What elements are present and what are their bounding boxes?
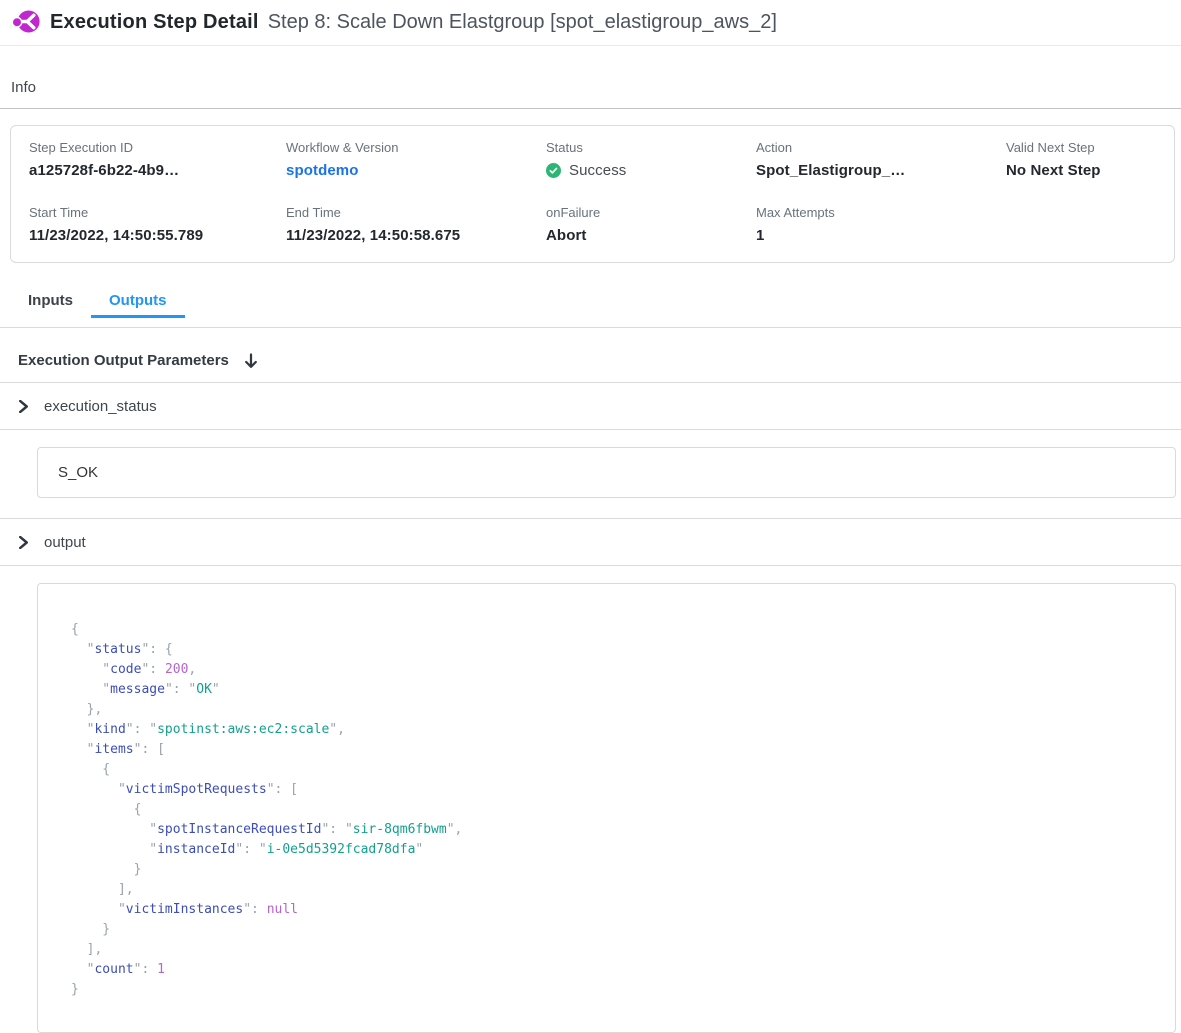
field-value: a125728f-6b22-4b9…: [29, 162, 286, 179]
field-max-attempts: Max Attempts 1: [756, 205, 1006, 244]
execution-output-parameters-header: Execution Output Parameters: [0, 328, 1181, 382]
chevron-right-icon: [18, 536, 29, 549]
execution-status-value-box: S_OK: [37, 447, 1176, 498]
field-label: Action: [756, 140, 1006, 155]
brand-logo-icon: [12, 8, 40, 40]
field-label: Step Execution ID: [29, 140, 286, 155]
divider: [0, 565, 1181, 566]
field-value: 11/23/2022, 14:50:58.675: [286, 227, 546, 244]
field-label: End Time: [286, 205, 546, 220]
tab-outputs[interactable]: Outputs: [91, 285, 185, 318]
field-step-execution-id: Step Execution ID a125728f-6b22-4b9…: [29, 140, 286, 179]
workflow-link[interactable]: spotdemo: [286, 162, 546, 179]
field-value: No Next Step: [1006, 162, 1174, 179]
field-label: Max Attempts: [756, 205, 1006, 220]
field-label: onFailure: [546, 205, 756, 220]
info-card: Step Execution ID a125728f-6b22-4b9… Wor…: [10, 125, 1175, 263]
param-row-execution-status[interactable]: execution_status: [0, 383, 1181, 429]
field-end-time: End Time 11/23/2022, 14:50:58.675: [286, 205, 546, 244]
field-label: Start Time: [29, 205, 286, 220]
page-title: Execution Step Detail: [50, 11, 259, 34]
param-name: execution_status: [44, 398, 157, 415]
field-label: Workflow & Version: [286, 140, 546, 155]
param-row-output[interactable]: output: [0, 519, 1181, 565]
tab-bar: Inputs Outputs: [0, 285, 1181, 318]
field-value: Spot_Elastigroup_…: [756, 162, 1006, 179]
field-workflow-version: Workflow & Version spotdemo: [286, 140, 546, 179]
output-json-code: { "status": { "code": 200, "message": "O…: [71, 620, 1155, 1000]
field-action: Action Spot_Elastigroup_…: [756, 140, 1006, 179]
field-value: 1: [756, 227, 1006, 244]
status-text: Success: [569, 162, 626, 179]
section-title: Execution Output Parameters: [18, 352, 229, 369]
page-subtitle: Step 8: Scale Down Elastgroup [spot_elas…: [268, 11, 777, 34]
status-badge: Success: [546, 162, 756, 179]
success-check-icon: [546, 163, 561, 178]
field-value: 11/23/2022, 14:50:55.789: [29, 227, 286, 244]
chevron-right-icon: [18, 400, 29, 413]
divider: [0, 429, 1181, 430]
output-json-box: { "status": { "code": 200, "message": "O…: [37, 583, 1176, 1033]
field-label: Valid Next Step: [1006, 140, 1174, 155]
field-onfailure: onFailure Abort: [546, 205, 756, 244]
field-status: Status Success: [546, 140, 756, 179]
arrow-down-icon[interactable]: [244, 353, 258, 369]
field-start-time: Start Time 11/23/2022, 14:50:55.789: [29, 205, 286, 244]
tab-inputs[interactable]: Inputs: [10, 285, 91, 318]
field-label: Status: [546, 140, 756, 155]
field-value: Abort: [546, 227, 756, 244]
info-section-heading: Info: [0, 46, 1181, 109]
field-valid-next-step: Valid Next Step No Next Step: [1006, 140, 1174, 179]
page-header: Execution Step Detail Step 8: Scale Down…: [0, 0, 1181, 46]
param-name: output: [44, 534, 86, 551]
